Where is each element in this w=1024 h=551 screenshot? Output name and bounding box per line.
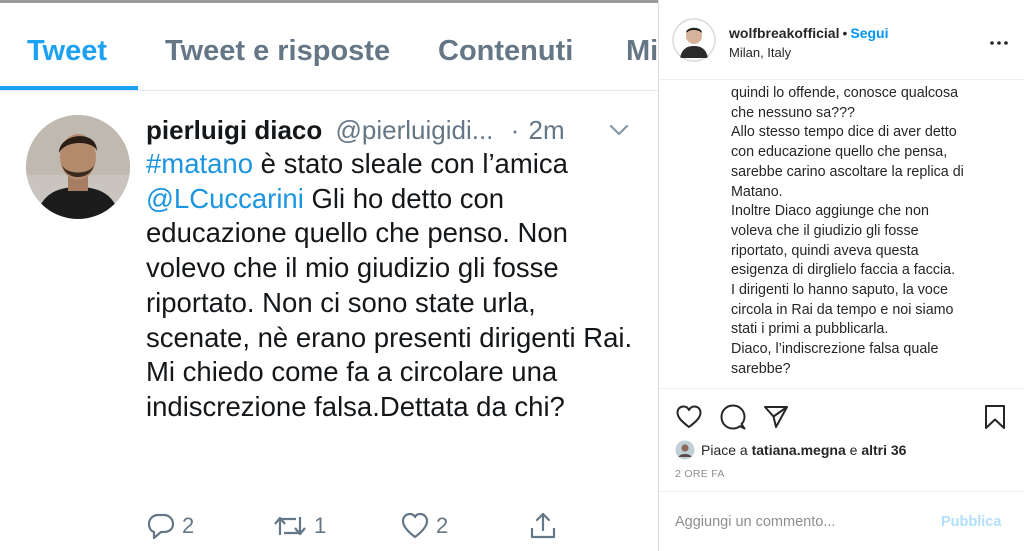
caption-line: circola in Rai da tempo e noi siamo (731, 301, 954, 318)
avatar[interactable] (672, 18, 716, 62)
likes-summary: Piace a tatiana.megna e altri 36 (675, 439, 906, 461)
post-time[interactable]: 2 ORE FA (675, 468, 725, 480)
caption-line: Allo stesso tempo dice di aver detto (731, 124, 957, 141)
active-tab-indicator (0, 86, 138, 90)
profile-tabs: Tweet Tweet e risposte Contenuti Mi (0, 3, 658, 91)
retweet-count: 1 (314, 513, 327, 538)
likes-prefix: Piace a (701, 442, 748, 458)
tab-tweet[interactable]: Tweet (27, 35, 107, 68)
more-icon[interactable] (990, 41, 1008, 45)
instagram-panel: wolfbreakofficial • Segui Milan, Italy qui… (658, 0, 1024, 551)
caption-line: sarebbe? (731, 360, 791, 377)
share-icon[interactable] (762, 403, 790, 431)
like-count: 2 (436, 513, 449, 538)
caption-line: voleva che il giudizio gli fosse (731, 222, 919, 239)
tweet-text-part: Gli ho detto con educazione quello che p… (146, 182, 633, 422)
caption-line: con educazione quello che pensa, (731, 144, 948, 161)
separator-dot: • (842, 25, 848, 41)
bookmark-icon[interactable] (981, 403, 1009, 431)
publish-button[interactable]: Pubblica (941, 514, 1001, 530)
caption-line: Inoltre Diaco aggiunge che non (731, 203, 929, 220)
twitter-panel: Tweet Tweet e risposte Contenuti Mi pier… (0, 0, 658, 551)
caption-line: Matano. (731, 183, 783, 200)
tweet-text: #matano è stato sleale con l’amica @LCuc… (146, 147, 646, 425)
share-button[interactable] (528, 509, 558, 543)
caption-line: stati i primi a pubblicarla. (731, 321, 889, 338)
reply-icon (147, 513, 175, 540)
comment-input[interactable]: Aggiungi un commento... (675, 514, 835, 530)
location-link[interactable]: Milan, Italy (729, 45, 791, 60)
separator-dot: · (510, 115, 520, 145)
likes-connector: e (849, 442, 858, 458)
post-header: wolfbreakofficial • Segui Milan, Italy (659, 0, 1024, 80)
caption-line: riportato, quindi aveva questa (731, 242, 919, 259)
liker-username[interactable]: tatiana.megna (752, 442, 846, 458)
follow-button[interactable]: Segui (850, 25, 888, 41)
tab-contenuti[interactable]: Contenuti (438, 35, 573, 68)
chevron-down-icon[interactable] (608, 122, 630, 138)
mention-link[interactable]: @LCuccarini (146, 183, 304, 214)
likes-others[interactable]: altri 36 (861, 442, 906, 458)
caption-line: quindi lo offende, conosce qualcosa (731, 85, 959, 101)
avatar[interactable] (26, 115, 130, 219)
caption-line: che nessuno sa??? (731, 104, 856, 121)
like-icon (401, 512, 429, 539)
post-caption: quindi lo offende, conosce qualcosa che … (731, 84, 1011, 386)
caption-line: sarebbe carino ascoltare la replica di (731, 163, 964, 180)
share-icon (530, 512, 556, 539)
retweet-icon (274, 516, 306, 536)
username[interactable]: wolfbreakofficial (729, 25, 839, 41)
comment-icon[interactable] (719, 403, 747, 431)
avatar-image (26, 115, 130, 219)
like-button[interactable]: 2 (400, 509, 448, 543)
tweet-text-part: è stato sleale con l’amica (253, 148, 568, 179)
author-name[interactable]: pierluigi diaco (146, 115, 322, 145)
post-action-bar: Piace a tatiana.megna e altri 36 2 ORE F… (659, 388, 1024, 492)
liker-avatar-icon (675, 440, 695, 460)
reply-button[interactable]: 2 (146, 509, 194, 543)
hashtag-link[interactable]: #matano (146, 148, 253, 179)
reply-count: 2 (182, 513, 195, 538)
post-username-row: wolfbreakofficial • Segui (729, 25, 889, 41)
tab-tweet-e-risposte[interactable]: Tweet e risposte (165, 35, 390, 68)
retweet-button[interactable]: 1 (272, 509, 326, 543)
heart-icon[interactable] (675, 403, 703, 431)
avatar-image (672, 18, 716, 62)
caption-line: Diaco, l’indiscrezione falsa quale (731, 341, 939, 358)
caption-line: I dirigenti lo hanno saputo, la voce (731, 282, 948, 299)
tweet-time[interactable]: 2m (529, 115, 565, 145)
caption-line: esigenza di dirglielo faccia a faccia. (731, 262, 956, 279)
tab-mi-piace[interactable]: Mi (626, 35, 658, 68)
tweet-header: pierluigi diaco @pierluigidi... · 2m (146, 115, 565, 147)
author-handle[interactable]: @pierluigidi... (335, 115, 493, 145)
